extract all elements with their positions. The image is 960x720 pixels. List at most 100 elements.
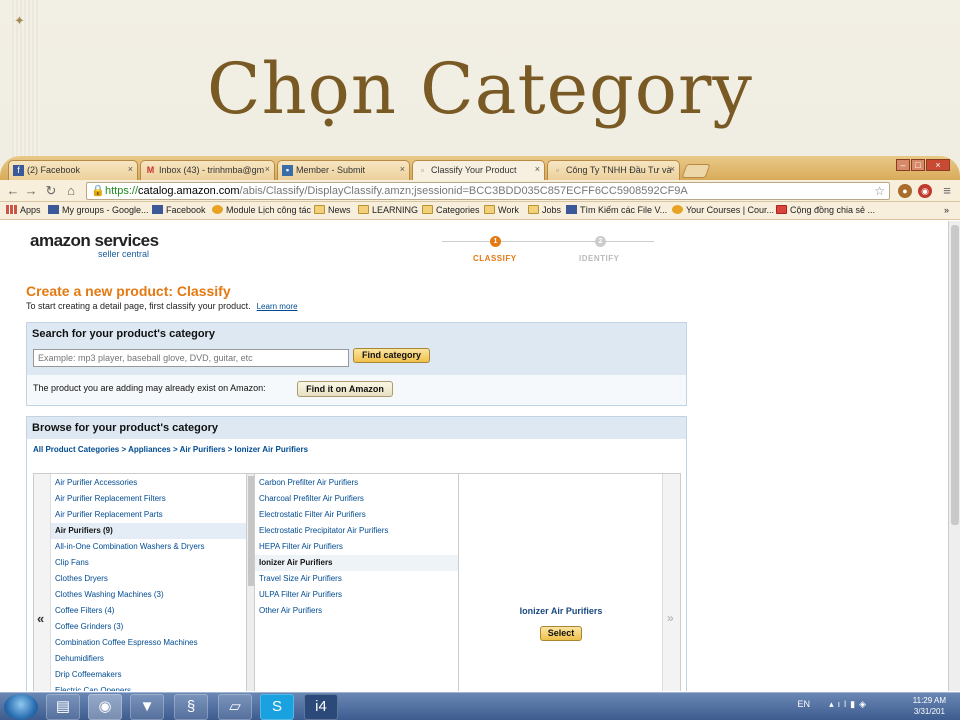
bookmark-item[interactable]: LEARNING xyxy=(358,205,418,215)
breadcrumb-item[interactable]: Ionizer Air Purifiers xyxy=(235,445,309,454)
category-item-selected[interactable]: Air Purifiers (9) xyxy=(51,523,246,539)
bookmark-item[interactable]: Facebook xyxy=(152,205,206,215)
bookmark-label: My groups - Google... xyxy=(62,205,149,215)
language-indicator[interactable]: EN xyxy=(797,699,810,709)
category-item[interactable]: All-in-One Combination Washers & Dryers xyxy=(51,539,246,555)
scrollbar-thumb[interactable] xyxy=(248,476,254,586)
category-item[interactable]: Clothes Dryers xyxy=(51,571,246,587)
category-search-input[interactable] xyxy=(33,349,349,367)
category-item[interactable]: Drip Coffeemakers xyxy=(51,667,246,683)
category-item[interactable]: Air Purifier Accessories xyxy=(51,475,246,491)
home-icon[interactable]: ⌂ xyxy=(64,184,78,198)
tab-label: Member - Submit xyxy=(296,165,366,175)
category-item[interactable]: Air Purifier Replacement Filters xyxy=(51,491,246,507)
close-icon[interactable]: × xyxy=(265,164,270,174)
media-player-icon[interactable]: ▼ xyxy=(130,694,164,720)
app-i4-icon[interactable]: i4 xyxy=(304,694,338,720)
step-2-badge: 2 xyxy=(595,236,606,247)
url-scheme: https:// xyxy=(105,185,139,197)
close-icon[interactable]: × xyxy=(535,164,540,174)
scroll-right-button[interactable]: » xyxy=(662,474,680,691)
chrome-icon[interactable]: ◉ xyxy=(88,694,122,720)
new-tab-button[interactable] xyxy=(681,164,711,178)
bookmark-star-icon[interactable]: ☆ xyxy=(874,183,885,199)
bookmark-item[interactable]: News xyxy=(314,205,351,215)
tab-facebook[interactable]: f (2) Facebook × xyxy=(8,160,138,180)
back-icon[interactable]: ← xyxy=(6,184,20,198)
breadcrumb-item[interactable]: Appliances xyxy=(128,445,171,454)
url-field[interactable]: 🔒 https://catalog.amazon.com/abis/Classi… xyxy=(86,182,890,200)
scrollbar-thumb[interactable] xyxy=(951,225,959,525)
tab-gmail[interactable]: M Inbox (43) - trinhmba@gm × xyxy=(140,160,275,180)
breadcrumb-item[interactable]: All Product Categories xyxy=(33,445,119,454)
page-scrollbar[interactable] xyxy=(948,221,960,691)
start-button[interactable] xyxy=(4,694,38,720)
extension-icon[interactable]: ◉ xyxy=(918,184,932,198)
forward-icon[interactable]: → xyxy=(24,184,38,198)
bookmark-label: Facebook xyxy=(166,205,206,215)
close-icon[interactable]: × xyxy=(128,164,133,174)
category-item[interactable]: Coffee Grinders (3) xyxy=(51,619,246,635)
folder-app-icon[interactable]: ▱ xyxy=(218,694,252,720)
logo-subtitle: seller central xyxy=(98,249,150,259)
category-item[interactable]: ULPA Filter Air Purifiers xyxy=(255,587,458,603)
bookmarks-more[interactable]: » xyxy=(944,205,949,215)
bookmark-item[interactable]: Cộng đồng chia sẻ ... xyxy=(776,205,875,215)
url-path: /abis/Classify/DisplayClassify.amzn;jses… xyxy=(239,185,688,197)
learn-more-link[interactable]: Learn more xyxy=(257,302,298,311)
scroll-left-button[interactable]: « xyxy=(34,474,51,691)
close-icon[interactable]: × xyxy=(400,164,405,174)
find-on-amazon-button[interactable]: Find it on Amazon xyxy=(297,381,393,397)
bookmark-item[interactable]: Categories xyxy=(422,205,480,215)
tray-icons[interactable]: ▴ıl▮◈ xyxy=(829,699,870,710)
chevron-right-icon: » xyxy=(667,611,674,625)
bookmark-item[interactable]: Jobs xyxy=(528,205,561,215)
clock-date: 3/31/201 xyxy=(913,707,945,716)
category-item[interactable]: Air Purifier Replacement Parts xyxy=(51,507,246,523)
system-clock[interactable]: 11:29 AM 3/31/201 xyxy=(913,695,946,717)
reload-icon[interactable]: ↻ xyxy=(44,184,58,198)
category-item[interactable]: Carbon Prefilter Air Purifiers xyxy=(255,475,458,491)
page-subtitle: To start creating a detail page, first c… xyxy=(26,301,298,311)
explorer-icon[interactable]: ▤ xyxy=(46,694,80,720)
bookmark-item[interactable]: My groups - Google... xyxy=(48,205,149,215)
windows-taskbar: ▤ ◉ ▼ § ▱ S i4 EN ▴ıl▮◈ 11:29 AM 3/31/20… xyxy=(0,692,960,720)
category-item[interactable]: Charcoal Prefilter Air Purifiers xyxy=(255,491,458,507)
bookmark-item[interactable]: Module Lịch công tác xyxy=(212,205,311,215)
category-item[interactable]: HEPA Filter Air Purifiers xyxy=(255,539,458,555)
category-item[interactable]: Combination Coffee Espresso Machines xyxy=(51,635,246,651)
minimize-button[interactable]: – xyxy=(896,159,910,171)
close-window-button[interactable]: × xyxy=(926,159,950,171)
category-item[interactable]: Other Air Purifiers xyxy=(255,603,458,619)
category-item[interactable]: Clothes Washing Machines (3) xyxy=(51,587,246,603)
category-item[interactable]: Electrostatic Precipitator Air Purifiers xyxy=(255,523,458,539)
close-icon[interactable]: × xyxy=(670,164,675,174)
skype-icon[interactable]: S xyxy=(260,694,294,720)
tab-cong-ty[interactable]: ▫ Công Ty TNHH Đầu Tư và × xyxy=(547,160,680,180)
breadcrumb-item[interactable]: Air Purifiers xyxy=(180,445,226,454)
column-1-scrollbar[interactable] xyxy=(247,474,255,691)
category-item[interactable]: Clip Fans xyxy=(51,555,246,571)
category-item[interactable]: Coffee Filters (4) xyxy=(51,603,246,619)
bookmark-item[interactable]: Tìm Kiếm các File V... xyxy=(566,205,667,215)
amazon-services-logo[interactable]: amazon services xyxy=(30,231,159,251)
category-item[interactable]: Travel Size Air Purifiers xyxy=(255,571,458,587)
bookmark-item[interactable]: Work xyxy=(484,205,519,215)
folder-icon xyxy=(422,205,433,214)
bookmark-item[interactable]: Your Courses | Cour... xyxy=(672,205,774,215)
find-category-button[interactable]: Find category xyxy=(353,348,430,363)
bookmark-apps[interactable]: Apps xyxy=(6,205,41,215)
category-item-selected[interactable]: Ionizer Air Purifiers xyxy=(255,555,458,571)
tab-classify[interactable]: ▫ Classify Your Product × xyxy=(412,160,545,180)
app-icon[interactable]: § xyxy=(174,694,208,720)
step-1-label: CLASSIFY xyxy=(473,254,517,263)
selection-column: Ionizer Air Purifiers Select xyxy=(459,474,663,691)
maximize-button[interactable]: □ xyxy=(911,159,925,171)
category-item[interactable]: Electrostatic Filter Air Purifiers xyxy=(255,507,458,523)
tab-member-submit[interactable]: ▪ Member - Submit × xyxy=(277,160,410,180)
select-button[interactable]: Select xyxy=(540,626,582,641)
menu-icon[interactable]: ≡ xyxy=(940,184,954,198)
extension-icon[interactable]: ● xyxy=(898,184,912,198)
category-item[interactable]: Dehumidifiers xyxy=(51,651,246,667)
category-item[interactable]: Electric Can Openers xyxy=(51,683,246,691)
